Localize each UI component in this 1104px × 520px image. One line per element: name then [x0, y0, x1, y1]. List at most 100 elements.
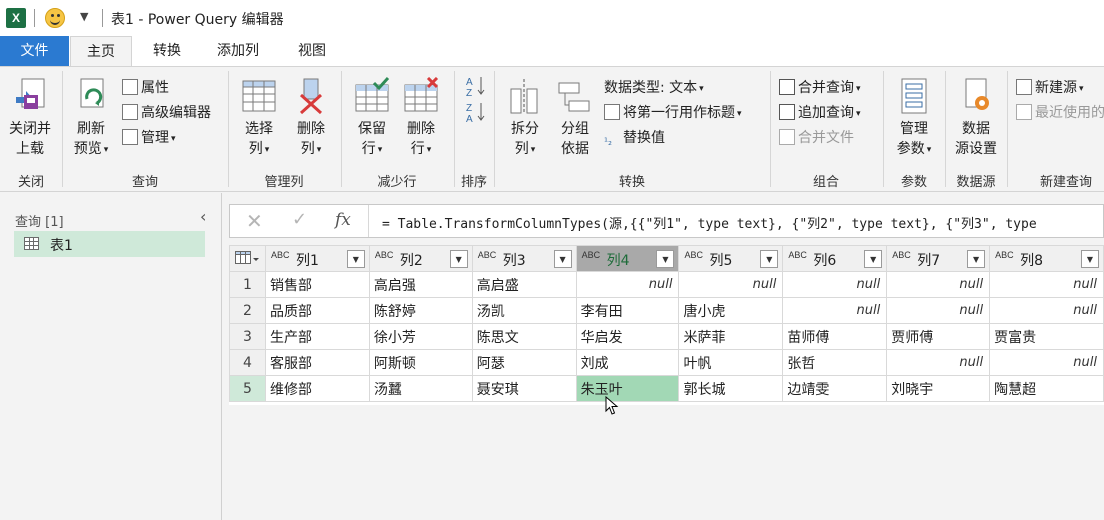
- table-cell[interactable]: 汤蠶: [368, 375, 473, 402]
- tab-view[interactable]: 视图: [284, 36, 340, 66]
- sort-ascending-button[interactable]: AZ: [466, 75, 486, 99]
- row-number[interactable]: 1: [229, 271, 266, 298]
- table-cell[interactable]: 贾富贵: [989, 323, 1104, 350]
- text-type-icon[interactable]: ABC: [788, 251, 807, 260]
- column-header[interactable]: ABC 列4 ▼: [575, 245, 680, 272]
- row-number[interactable]: 3: [229, 323, 266, 350]
- table-cell[interactable]: 高启盛: [471, 271, 577, 298]
- new-source-button[interactable]: 新建源 ▾: [1016, 77, 1084, 99]
- table-cell[interactable]: 贾师傅: [886, 323, 991, 350]
- tab-transform[interactable]: 转换: [140, 36, 194, 66]
- table-cell[interactable]: 苗师傅: [782, 323, 888, 350]
- column-header[interactable]: ABC 列8 ▼: [989, 245, 1104, 272]
- group-by-button[interactable]: 分组 依据: [552, 73, 598, 159]
- column-filter-dropdown-icon[interactable]: ▼: [449, 250, 468, 268]
- recent-sources-button[interactable]: 最近使用的: [1016, 102, 1104, 124]
- text-type-icon[interactable]: ABC: [995, 251, 1014, 260]
- table-row[interactable]: 1 销售部 高启强 高启盛 null null null null null: [229, 271, 1104, 298]
- cancel-formula-icon[interactable]: ✕: [246, 209, 263, 233]
- close-and-load-button[interactable]: 关闭并 上载: [4, 73, 56, 159]
- table-cell[interactable]: 刘成: [575, 349, 680, 376]
- null-cell[interactable]: null: [886, 349, 991, 376]
- use-first-row-as-headers-button[interactable]: 将第一行用作标题 ▾: [604, 102, 742, 124]
- combine-files-button[interactable]: 合并文件: [779, 127, 854, 149]
- append-queries-button[interactable]: 追加查询 ▾: [779, 102, 861, 124]
- table-cell[interactable]: 高启强: [368, 271, 473, 298]
- data-source-settings-button[interactable]: 数据 源设置: [950, 73, 1002, 159]
- manage-parameters-button[interactable]: 管理 参数 ▾: [891, 73, 937, 160]
- table-cell[interactable]: 叶帆: [678, 349, 784, 376]
- quick-access-dropdown-icon[interactable]: ▼: [80, 10, 88, 23]
- table-row[interactable]: 3 生产部 徐小芳 陈思文 华启发 米萨菲 苗师傅 贾师傅 贾富贵: [229, 323, 1104, 350]
- null-cell[interactable]: null: [989, 297, 1104, 324]
- table-cell[interactable]: 刘晓宇: [886, 375, 991, 402]
- table-cell[interactable]: 张哲: [782, 349, 888, 376]
- table-cell[interactable]: 边靖雯: [782, 375, 888, 402]
- column-filter-dropdown-icon[interactable]: ▼: [656, 250, 675, 268]
- row-number[interactable]: 5: [229, 375, 266, 402]
- refresh-preview-button[interactable]: 刷新 预览 ▾: [68, 73, 114, 160]
- null-cell[interactable]: null: [575, 271, 680, 298]
- remove-rows-button[interactable]: 删除 行 ▾: [398, 73, 444, 160]
- table-cell[interactable]: 品质部: [264, 297, 370, 324]
- collapse-pane-icon[interactable]: ‹: [200, 207, 206, 226]
- table-cell[interactable]: 米萨菲: [678, 323, 784, 350]
- text-type-icon[interactable]: ABC: [582, 251, 601, 260]
- null-cell[interactable]: null: [886, 297, 991, 324]
- remove-columns-button[interactable]: 删除 列 ▾: [288, 73, 334, 160]
- table-cell[interactable]: 陶慧超: [989, 375, 1104, 402]
- table-cell[interactable]: 李有田: [575, 297, 680, 324]
- table-cell[interactable]: 生产部: [264, 323, 370, 350]
- tab-home[interactable]: 主页: [70, 36, 132, 67]
- table-row[interactable]: 2 品质部 陈舒婷 汤凯 李有田 唐小虎 null null null: [229, 297, 1104, 324]
- data-type-dropdown[interactable]: 数据类型: 文本 ▾: [604, 77, 704, 99]
- table-cell[interactable]: 华启发: [575, 323, 680, 350]
- column-header[interactable]: ABC 列2 ▼: [368, 245, 473, 272]
- table-cell[interactable]: 唐小虎: [678, 297, 784, 324]
- null-cell[interactable]: null: [886, 271, 991, 298]
- null-cell[interactable]: null: [782, 271, 888, 298]
- column-filter-dropdown-icon[interactable]: ▼: [553, 250, 572, 268]
- sort-descending-button[interactable]: ZA: [466, 101, 486, 125]
- null-cell[interactable]: null: [989, 271, 1104, 298]
- table-cell[interactable]: 汤凯: [471, 297, 577, 324]
- column-header[interactable]: ABC 列1 ▼: [264, 245, 370, 272]
- smiley-feedback-icon[interactable]: [45, 8, 65, 28]
- column-filter-dropdown-icon[interactable]: ▼: [1081, 250, 1099, 268]
- formula-input[interactable]: = Table.TransformColumnTypes(源,{{"列1", t…: [382, 213, 1037, 232]
- column-header[interactable]: ABC 列5 ▼: [678, 245, 784, 272]
- advanced-editor-button[interactable]: 高级编辑器: [122, 102, 211, 124]
- column-header[interactable]: ABC 列3 ▼: [471, 245, 577, 272]
- manage-query-button[interactable]: 管理 ▾: [122, 127, 176, 149]
- merge-queries-button[interactable]: 合并查询 ▾: [779, 77, 861, 99]
- text-type-icon[interactable]: ABC: [375, 251, 394, 260]
- column-filter-dropdown-icon[interactable]: ▼: [346, 250, 365, 268]
- table-cell[interactable]: 陈舒婷: [368, 297, 473, 324]
- row-number[interactable]: 2: [229, 297, 266, 324]
- table-cell[interactable]: 朱玉叶: [575, 375, 680, 402]
- table-cell[interactable]: 陈思文: [471, 323, 577, 350]
- keep-rows-button[interactable]: 保留 行 ▾: [350, 73, 394, 160]
- tab-file[interactable]: 文件: [0, 36, 69, 66]
- select-all-table-icon[interactable]: [229, 245, 266, 272]
- table-cell[interactable]: 维修部: [264, 375, 370, 402]
- fx-icon[interactable]: fx: [335, 210, 351, 230]
- column-filter-dropdown-icon[interactable]: ▼: [864, 250, 883, 268]
- column-filter-dropdown-icon[interactable]: ▼: [760, 250, 779, 268]
- query-item-table1[interactable]: 表1: [14, 231, 205, 257]
- text-type-icon[interactable]: ABC: [684, 251, 703, 260]
- table-cell[interactable]: 徐小芳: [368, 323, 473, 350]
- choose-columns-button[interactable]: 选择 列 ▾: [236, 73, 282, 160]
- row-number[interactable]: 4: [229, 349, 266, 376]
- table-row[interactable]: 4 客服部 阿斯顿 阿瑟 刘成 叶帆 张哲 null null: [229, 349, 1104, 376]
- properties-button[interactable]: 属性: [122, 77, 169, 99]
- null-cell[interactable]: null: [678, 271, 784, 298]
- tab-add-column[interactable]: 添加列: [206, 36, 270, 66]
- column-header[interactable]: ABC 列7 ▼: [886, 245, 991, 272]
- text-type-icon[interactable]: ABC: [892, 251, 911, 260]
- column-header[interactable]: ABC 列6 ▼: [782, 245, 888, 272]
- text-type-icon[interactable]: ABC: [271, 251, 290, 260]
- table-cell[interactable]: 客服部: [264, 349, 370, 376]
- table-cell[interactable]: 销售部: [264, 271, 370, 298]
- null-cell[interactable]: null: [989, 349, 1104, 376]
